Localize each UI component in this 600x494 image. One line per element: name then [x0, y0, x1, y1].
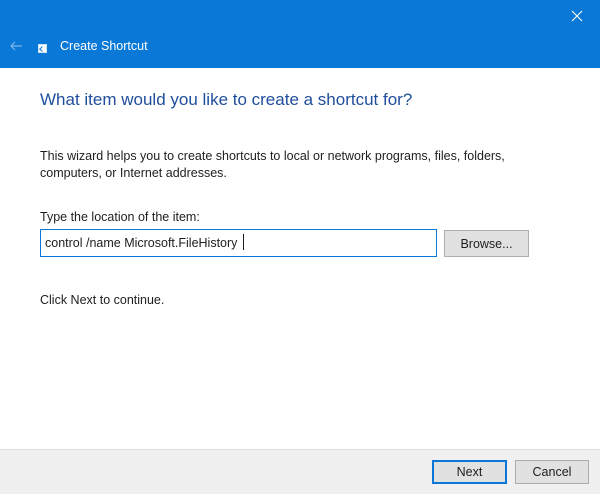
cancel-button[interactable]: Cancel: [515, 460, 589, 484]
shortcut-icon: [38, 44, 47, 53]
next-button[interactable]: Next: [432, 460, 507, 484]
location-label: Type the location of the item:: [40, 210, 200, 224]
create-shortcut-dialog: Create Shortcut What item would you like…: [0, 0, 600, 494]
location-input[interactable]: [40, 229, 437, 257]
title-bar: Create Shortcut: [0, 0, 600, 68]
back-arrow-icon[interactable]: [8, 38, 24, 54]
close-icon: [571, 10, 583, 22]
browse-button[interactable]: Browse...: [444, 230, 529, 257]
page-heading: What item would you like to create a sho…: [40, 90, 413, 109]
continue-instruction: Click Next to continue.: [40, 293, 165, 307]
wizard-description: This wizard helps you to create shortcut…: [40, 149, 505, 180]
text-caret: [243, 234, 244, 250]
wizard-title: Create Shortcut: [60, 39, 148, 53]
close-button[interactable]: [554, 0, 600, 32]
dialog-footer: [0, 449, 600, 494]
